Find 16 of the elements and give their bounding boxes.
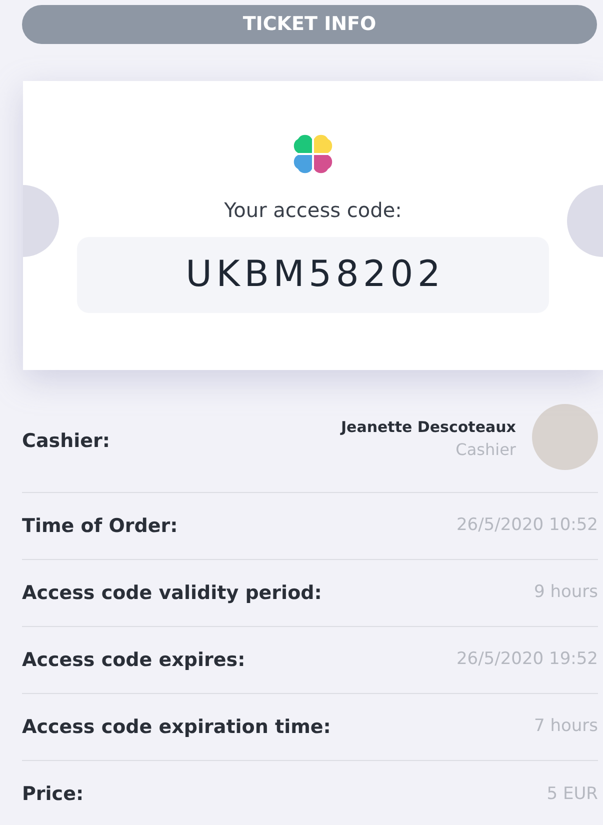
detail-label: Access code expiration time: [22, 714, 331, 740]
detail-value: 5 EUR [546, 782, 598, 806]
detail-value: 9 hours [534, 581, 598, 604]
access-code-box: UKBM58202 [77, 237, 549, 313]
detail-label: Cashier: [22, 428, 111, 454]
detail-label: Access code validity period: [22, 580, 322, 606]
cashier-name: Jeanette Descoteaux [340, 416, 516, 438]
section-header: TICKET INFO [22, 5, 597, 44]
detail-label: Time of Order: [22, 514, 178, 539]
detail-label: Access code expires: [22, 648, 246, 673]
detail-label: Price: [22, 782, 84, 808]
detail-value: 7 hours [534, 715, 598, 738]
detail-value: 26/5/2020 10:52 [456, 514, 598, 538]
cashier-role: Cashier [456, 439, 516, 462]
access-code-label: Your access code: [224, 197, 402, 224]
detail-value: 26/5/2020 19:52 [456, 648, 598, 672]
